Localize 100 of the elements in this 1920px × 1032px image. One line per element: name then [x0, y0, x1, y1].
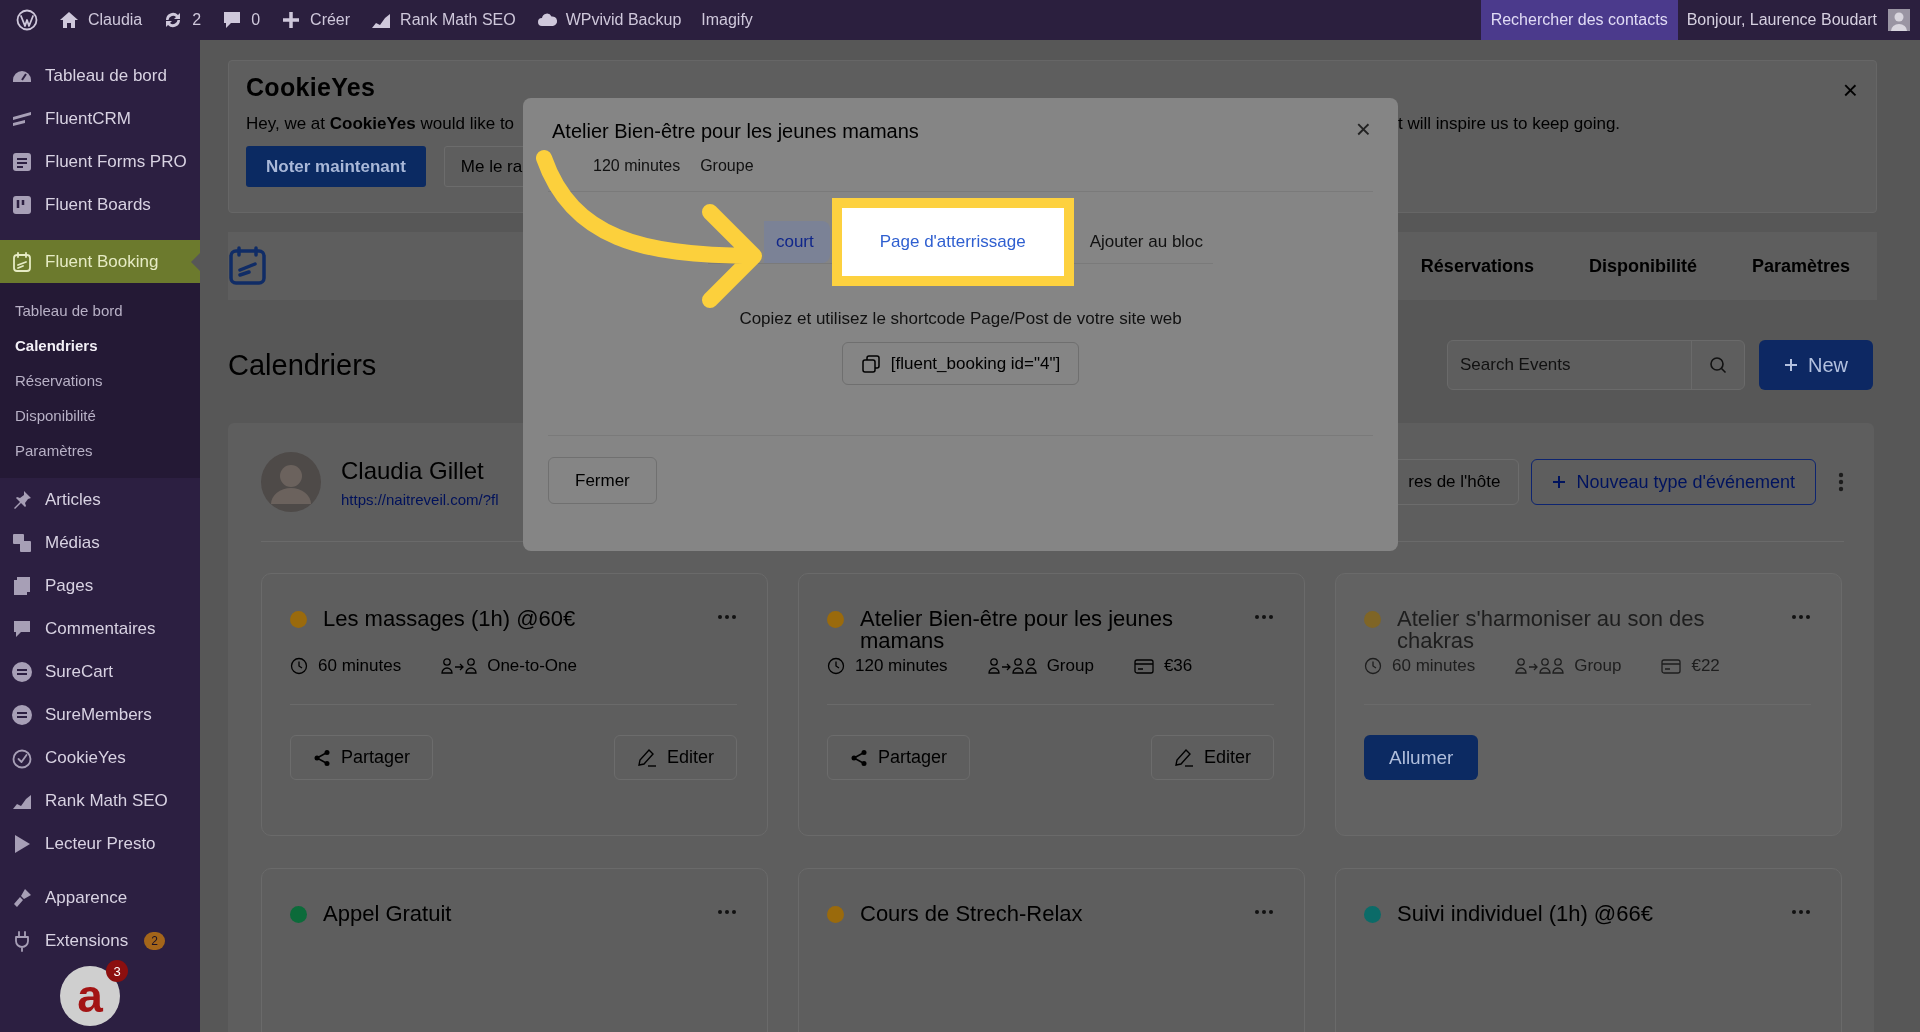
sidebar-item[interactable]: SureMembers [0, 693, 200, 736]
more-vertical-icon [1838, 472, 1844, 492]
close-button[interactable]: × [1355, 114, 1371, 145]
sidebar-item[interactable]: CookieYes [0, 736, 200, 779]
rate-button[interactable]: Noter maintenant [246, 146, 426, 187]
share-icon [850, 748, 868, 767]
more-icon [717, 614, 737, 620]
sidebar-item[interactable]: Lecteur Presto [0, 822, 200, 865]
close-button[interactable]: Fermer [548, 457, 657, 504]
toolbar-link[interactable]: Rank Math SEO [400, 11, 516, 29]
shortcode-copy-button[interactable]: [fluent_booking id="4"] [841, 342, 1080, 385]
user-avatar-icon [1888, 9, 1910, 31]
submenu-item[interactable]: Tableau de bord [0, 293, 200, 328]
event-title: Atelier s'harmoniser au son des chakras [1397, 605, 1706, 652]
new-button[interactable]: New [1759, 340, 1873, 390]
more-icon [1791, 614, 1811, 620]
event-detail: €36 [1163, 656, 1193, 676]
media-icon [11, 531, 33, 554]
submenu-item[interactable]: Réservations [0, 363, 200, 398]
plus-icon [1552, 475, 1567, 489]
event-title: Les massages (1h) @60€ [323, 605, 577, 630]
clock-icon [290, 657, 308, 675]
calendar-icon [11, 250, 33, 273]
tab[interactable]: Ajouter au bloc [1075, 221, 1218, 263]
tab[interactable]: Page d'atterrissage [831, 198, 1074, 286]
event-detail: 120 minutes [593, 157, 681, 175]
sidebar-item[interactable]: Extensions 2 [0, 919, 200, 962]
sidebar-item[interactable]: Fluent Forms PRO [0, 140, 200, 183]
search-icon [1709, 356, 1727, 374]
toolbar-link[interactable]: Rechercher des contacts [1480, 0, 1678, 40]
submenu-item[interactable]: Disponibilité [0, 398, 200, 433]
event-detail: €22 [1691, 656, 1720, 676]
instruction-text: Copiez et utilisez le shortcode Page/Post de votre site web [738, 309, 1183, 329]
toolbar-link[interactable]: Bonjour, Laurence Boudart [1677, 0, 1886, 40]
pages-icon [11, 574, 33, 597]
avatar [261, 452, 321, 512]
toolbar-link[interactable]: 2 [192, 11, 202, 29]
card-icon [1133, 657, 1154, 675]
search-input[interactable]: Search Events [1448, 342, 1691, 388]
person-to-group-icon [1515, 657, 1565, 675]
sidebar-item[interactable]: Fluent Boards [0, 183, 200, 226]
sidebar-item[interactable]: FluentCRM [0, 97, 200, 140]
card-icon [1661, 657, 1682, 675]
count-badge: 2 [144, 931, 165, 950]
sidebar-item[interactable]: Tableau de bord [0, 54, 200, 97]
event-detail: 60 minutes [318, 656, 402, 676]
sidebar-item[interactable]: Articles [0, 478, 200, 521]
host-name: Claudia Gillet [341, 456, 484, 485]
search-field[interactable]: Search Events [1447, 340, 1745, 390]
brush-icon [11, 886, 33, 909]
person-to-person-icon [441, 657, 478, 675]
sidebar-item[interactable]: Médias [0, 521, 200, 564]
clock-icon [1364, 657, 1382, 675]
event-detail: Group [1574, 656, 1622, 676]
striped-circle-icon [11, 660, 33, 683]
current-indicator [191, 253, 200, 271]
form-icon [11, 150, 33, 173]
event-detail: Groupe [700, 157, 754, 175]
event-title: Cours de Strech-Relax [860, 900, 1084, 925]
event-detail: 60 minutes [1392, 656, 1476, 676]
event-title: Atelier Bien-être pour les jeunes mamans [860, 605, 1175, 652]
more-icon [1791, 909, 1811, 915]
toolbar-link[interactable]: WPvivid Backup [565, 11, 682, 29]
toolbar-link[interactable]: Imagify [701, 11, 753, 29]
submenu-item[interactable]: Calendriers [0, 328, 200, 363]
event-detail: 120 minutes [855, 656, 948, 676]
event-title: Suivi individuel (1h) @66€ [1397, 900, 1654, 925]
plus-icon [1784, 358, 1798, 372]
person-to-group-icon [987, 657, 1037, 675]
home-icon [58, 9, 80, 31]
toolbar-link[interactable]: Claudia [88, 11, 143, 29]
more-icon [1254, 909, 1274, 915]
sidebar-item[interactable]: Commentaires [0, 607, 200, 650]
more-icon [1254, 614, 1274, 620]
notice-text: t will inspire us to keep going. [1398, 114, 1621, 134]
copy-icon [860, 353, 881, 374]
more-icon [717, 909, 737, 915]
striped-circle-icon [11, 703, 33, 726]
page-title: Calendriers [228, 348, 377, 382]
pencil-icon [1173, 747, 1194, 768]
event-detail: One-to-One [487, 656, 577, 676]
dialog-title: Atelier Bien-être pour les jeunes mamans [551, 120, 919, 143]
submenu-item[interactable]: Paramètres [0, 433, 200, 468]
pencil-icon [636, 747, 657, 768]
share-icon [313, 748, 331, 767]
toolbar-link[interactable]: 0 [251, 11, 261, 29]
toolbar-link[interactable]: Créer [310, 11, 351, 29]
sidebar-item[interactable]: Apparence [0, 876, 200, 919]
event-title: Appel Gratuit [323, 900, 453, 925]
calendar-logo-icon [228, 246, 268, 286]
clock-icon [827, 657, 845, 675]
notice-text: Hey, we at CookieYes would like to [246, 114, 515, 134]
board-icon [11, 193, 33, 216]
cookieyes-logo: CookieYes [246, 73, 376, 102]
sidebar-item[interactable]: Fluent Booking [0, 240, 200, 283]
sidebar-item[interactable]: SureCart [0, 650, 200, 693]
event-detail: Group [1046, 656, 1094, 676]
sidebar-item[interactable]: Pages [0, 564, 200, 607]
wordpress-logo-icon [16, 9, 38, 31]
sidebar-item[interactable]: Rank Math SEO [0, 779, 200, 822]
